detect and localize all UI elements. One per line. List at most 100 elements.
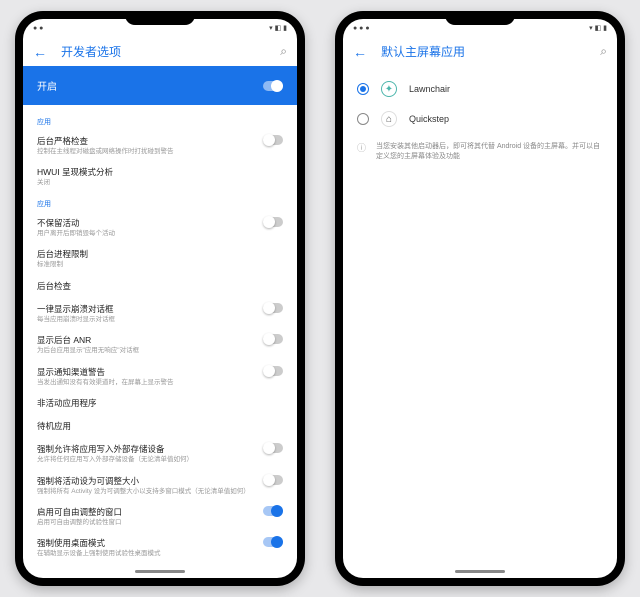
spacer bbox=[343, 178, 617, 564]
settings-item-subtitle: 启用可自由调整的试验性窗口 bbox=[37, 519, 255, 527]
master-toggle-row[interactable]: 开启 bbox=[23, 66, 297, 105]
toggle-switch[interactable] bbox=[263, 303, 283, 313]
toggle-switch[interactable] bbox=[263, 506, 283, 516]
settings-item[interactable]: 强制将活动设为可调整大小强制将所有 Activity 设为可调整大小以支持多窗口… bbox=[37, 470, 283, 501]
settings-item-text: 显示通知渠道警告当发出通知没有有效渠道时，在屏幕上显示警告 bbox=[37, 366, 255, 387]
launcher-name: Quickstep bbox=[409, 114, 449, 124]
settings-item-subtitle: 用户离开后即销毁每个活动 bbox=[37, 230, 255, 238]
nav-pill[interactable] bbox=[135, 570, 185, 573]
settings-item-subtitle: 允许将任何应用写入外部存储设备（无论清单值如何） bbox=[37, 456, 255, 464]
notch bbox=[125, 11, 195, 25]
app-header: ← 开发者选项 ⌕ bbox=[23, 37, 297, 66]
launcher-list: ✦ Lawnchair ⌂ Quickstep ⓘ 当您安装其他启动器后，即可将其代替 A… bbox=[343, 66, 617, 178]
search-icon[interactable]: ⌕ bbox=[280, 44, 287, 59]
section-label: 应用 bbox=[37, 199, 283, 209]
settings-item-subtitle: 为后台应用显示"应用无响应"对话框 bbox=[37, 347, 255, 355]
settings-item-text: 一律显示崩溃对话框每当应用崩溃时显示对话框 bbox=[37, 303, 255, 324]
settings-item-subtitle: 关闭 bbox=[37, 179, 283, 187]
toggle-switch[interactable] bbox=[263, 334, 283, 344]
radio-button[interactable] bbox=[357, 113, 369, 125]
screen-right: ● ● ● ▾ ◧ ▮ ← 默认主屏幕应用 ⌕ ✦ Lawnchair ⌂ Quick… bbox=[343, 19, 617, 578]
settings-item-title: 一律显示崩溃对话框 bbox=[37, 303, 255, 315]
settings-item-subtitle: 在辅助显示设备上强制使用试验性桌面模式 bbox=[37, 550, 255, 558]
info-row: ⓘ 当您安装其他启动器后，即可将其代替 Android 设备的主屏幕。并可以自定义… bbox=[353, 134, 607, 170]
info-text: 当您安装其他启动器后，即可将其代替 Android 设备的主屏幕。并可以自定义您… bbox=[376, 142, 603, 162]
settings-item-text: 待机应用 bbox=[37, 420, 283, 433]
settings-item-text: 后台严格检查控制在主线程对磁盘或网络操作时打扰碰到警告 bbox=[37, 135, 255, 156]
settings-list[interactable]: 应用后台严格检查控制在主线程对磁盘或网络操作时打扰碰到警告HWUI 呈现模式分析… bbox=[23, 105, 297, 564]
master-toggle-label: 开启 bbox=[37, 78, 57, 93]
settings-item[interactable]: 待机应用 bbox=[37, 415, 283, 438]
toggle-switch[interactable] bbox=[263, 475, 283, 485]
settings-item-text: 强制使用桌面模式在辅助显示设备上强制使用试验性桌面模式 bbox=[37, 537, 255, 558]
settings-item-title: 强制允许将应用写入外部存储设备 bbox=[37, 443, 255, 455]
settings-item-title: 后台进程限制 bbox=[37, 248, 283, 260]
settings-item-text: HWUI 呈现模式分析关闭 bbox=[37, 166, 283, 187]
settings-item-title: 后台严格检查 bbox=[37, 135, 255, 147]
settings-item[interactable]: 一律显示崩溃对话框每当应用崩溃时显示对话框 bbox=[37, 298, 283, 329]
nav-bar bbox=[23, 564, 297, 578]
toggle-switch[interactable] bbox=[263, 443, 283, 453]
phone-left: ● ● ▾ ◧ ▮ ← 开发者选项 ⌕ 开启 应用后台严格检查控制在主线程对磁盘… bbox=[15, 11, 305, 586]
settings-item-title: 不保留活动 bbox=[37, 217, 255, 229]
toggle-switch[interactable] bbox=[263, 537, 283, 547]
settings-item[interactable]: 非活动应用程序 bbox=[37, 392, 283, 415]
settings-item[interactable]: 后台严格检查控制在主线程对磁盘或网络操作时打扰碰到警告 bbox=[37, 130, 283, 161]
settings-item-text: 不保留活动用户离开后即销毁每个活动 bbox=[37, 217, 255, 238]
settings-item-title: 显示通知渠道警告 bbox=[37, 366, 255, 378]
status-left: ● ● bbox=[33, 25, 43, 32]
app-icon: ✦ bbox=[381, 81, 397, 97]
settings-item-title: 强制使用桌面模式 bbox=[37, 537, 255, 549]
launcher-name: Lawnchair bbox=[409, 84, 450, 94]
phone-right: ● ● ● ▾ ◧ ▮ ← 默认主屏幕应用 ⌕ ✦ Lawnchair ⌂ Quick… bbox=[335, 11, 625, 586]
info-icon: ⓘ bbox=[357, 142, 366, 155]
app-header: ← 默认主屏幕应用 ⌕ bbox=[343, 37, 617, 66]
screen-left: ● ● ▾ ◧ ▮ ← 开发者选项 ⌕ 开启 应用后台严格检查控制在主线程对磁盘… bbox=[23, 19, 297, 578]
radio-button[interactable] bbox=[357, 83, 369, 95]
back-icon[interactable]: ← bbox=[33, 44, 47, 60]
toggle-switch[interactable] bbox=[263, 366, 283, 376]
settings-item-text: 强制允许将应用写入外部存储设备允许将任何应用写入外部存储设备（无论清单值如何） bbox=[37, 443, 255, 464]
settings-item[interactable]: 后台检查 bbox=[37, 275, 283, 298]
settings-item-subtitle: 强制将所有 Activity 设为可调整大小以支持多窗口模式（无论清单值如何） bbox=[37, 488, 255, 496]
settings-item-text: 非活动应用程序 bbox=[37, 397, 283, 410]
section-label: 应用 bbox=[37, 117, 283, 127]
page-title: 默认主屏幕应用 bbox=[381, 43, 586, 60]
toggle-switch[interactable] bbox=[263, 217, 283, 227]
settings-item[interactable]: 强制使用桌面模式在辅助显示设备上强制使用试验性桌面模式 bbox=[37, 532, 283, 563]
settings-item[interactable]: 后台进程限制标准限制 bbox=[37, 243, 283, 274]
settings-item[interactable]: 强制允许将应用写入外部存储设备允许将任何应用写入外部存储设备（无论清单值如何） bbox=[37, 438, 283, 469]
settings-item-subtitle: 每当应用崩溃时显示对话框 bbox=[37, 316, 255, 324]
status-right: ▾ ◧ ▮ bbox=[589, 24, 607, 32]
settings-item-text: 显示后台 ANR为后台应用显示"应用无响应"对话框 bbox=[37, 334, 255, 355]
settings-item-text: 强制将活动设为可调整大小强制将所有 Activity 设为可调整大小以支持多窗口… bbox=[37, 475, 255, 496]
settings-item-title: 后台检查 bbox=[37, 280, 283, 292]
settings-item-title: 待机应用 bbox=[37, 420, 283, 432]
settings-item-title: 启用可自由调整的窗口 bbox=[37, 506, 255, 518]
nav-pill[interactable] bbox=[455, 570, 505, 573]
launcher-item[interactable]: ✦ Lawnchair bbox=[353, 74, 607, 104]
app-icon: ⌂ bbox=[381, 111, 397, 127]
launcher-item[interactable]: ⌂ Quickstep bbox=[353, 104, 607, 134]
settings-item-text: 后台进程限制标准限制 bbox=[37, 248, 283, 269]
settings-item[interactable]: 显示通知渠道警告当发出通知没有有效渠道时，在屏幕上显示警告 bbox=[37, 361, 283, 392]
settings-item-subtitle: 当发出通知没有有效渠道时，在屏幕上显示警告 bbox=[37, 379, 255, 387]
settings-item[interactable]: 启用可自由调整的窗口启用可自由调整的试验性窗口 bbox=[37, 501, 283, 532]
back-icon[interactable]: ← bbox=[353, 44, 367, 60]
settings-item-title: HWUI 呈现模式分析 bbox=[37, 166, 283, 178]
notch bbox=[445, 11, 515, 25]
nav-bar bbox=[343, 564, 617, 578]
settings-item[interactable]: 显示后台 ANR为后台应用显示"应用无响应"对话框 bbox=[37, 329, 283, 360]
settings-item[interactable]: HWUI 呈现模式分析关闭 bbox=[37, 161, 283, 192]
settings-item-subtitle: 标准限制 bbox=[37, 261, 283, 269]
status-right: ▾ ◧ ▮ bbox=[269, 24, 287, 32]
toggle-switch[interactable] bbox=[263, 135, 283, 145]
settings-item-text: 启用可自由调整的窗口启用可自由调整的试验性窗口 bbox=[37, 506, 255, 527]
master-toggle-switch[interactable] bbox=[263, 81, 283, 91]
settings-item-title: 显示后台 ANR bbox=[37, 334, 255, 346]
settings-item-subtitle: 控制在主线程对磁盘或网络操作时打扰碰到警告 bbox=[37, 148, 255, 156]
settings-item[interactable]: 不保留活动用户离开后即销毁每个活动 bbox=[37, 212, 283, 243]
search-icon[interactable]: ⌕ bbox=[600, 44, 607, 59]
settings-item-text: 后台检查 bbox=[37, 280, 283, 293]
status-left: ● ● ● bbox=[353, 25, 370, 32]
